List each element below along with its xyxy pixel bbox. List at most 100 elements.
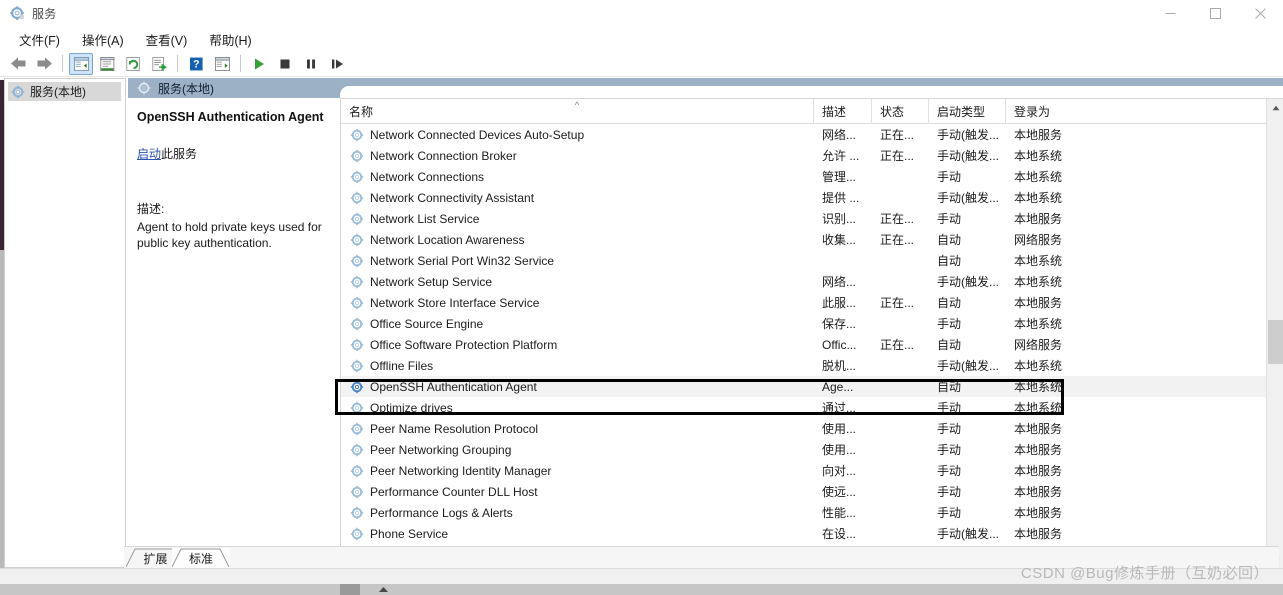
- table-row[interactable]: Network Connectivity Assistant提供 ...手动(触…: [341, 187, 1283, 208]
- cell-status: 正在...: [872, 126, 929, 143]
- cell-description: 性能...: [814, 504, 872, 521]
- toolbar-show-tree[interactable]: [69, 53, 93, 75]
- toolbar-refresh[interactable]: [121, 53, 145, 75]
- tab-standard-label: 标准: [189, 550, 213, 567]
- service-gear-icon: [350, 464, 364, 478]
- start-service-link[interactable]: 启动: [137, 147, 161, 161]
- cell-description: 允许 ...: [814, 147, 872, 164]
- cell-service-name: Optimize drives: [341, 401, 814, 415]
- table-row[interactable]: Peer Networking Identity Manager向对...手动本…: [341, 460, 1283, 481]
- table-row[interactable]: Office Source Engine保存...手动本地系统: [341, 313, 1283, 334]
- table-row[interactable]: Network Store Interface Service此服...正在..…: [341, 292, 1283, 313]
- service-gear-icon: [350, 128, 364, 142]
- table-row[interactable]: Network List Service识别...正在...手动本地服务: [341, 208, 1283, 229]
- cell-startup-type: 手动: [929, 210, 1006, 227]
- list-vertical-scrollbar[interactable]: [1266, 99, 1283, 568]
- cell-startup-type: 手动: [929, 504, 1006, 521]
- scroll-up-arrow-icon[interactable]: [1267, 99, 1283, 116]
- scrollbar-thumb[interactable]: [1268, 320, 1283, 364]
- table-row[interactable]: Network Connection Broker允许 ...正在...手动(触…: [341, 145, 1283, 166]
- cell-description: 脱机...: [814, 357, 872, 374]
- console-tree-pane: 服务(本地): [4, 78, 126, 568]
- service-name-label: Network Connectivity Assistant: [370, 191, 534, 205]
- menu-file[interactable]: 文件(F): [10, 28, 69, 51]
- cell-service-name: Peer Networking Grouping: [341, 443, 814, 457]
- toolbar-pause-service[interactable]: [299, 53, 323, 75]
- tree-item-label: 服务(本地): [30, 83, 86, 100]
- column-header-4[interactable]: 登录为: [1006, 99, 1084, 124]
- cell-service-name: Network Location Awareness: [341, 233, 814, 247]
- table-row[interactable]: Network Serial Port Win32 Service自动本地系统: [341, 250, 1283, 271]
- service-gear-icon: [350, 422, 364, 436]
- cell-logon-as: 本地服务: [1006, 525, 1084, 542]
- table-row[interactable]: Peer Networking Grouping使用...手动本地服务: [341, 439, 1283, 460]
- detail-service-name: OpenSSH Authentication Agent: [137, 110, 330, 125]
- toolbar-back[interactable]: [6, 53, 30, 75]
- table-row[interactable]: Network Connections管理...手动本地系统: [341, 166, 1283, 187]
- cell-service-name: Network Setup Service: [341, 275, 814, 289]
- column-header-2[interactable]: 状态: [872, 99, 929, 124]
- table-row[interactable]: Offline Files脱机...手动(触发...本地系统: [341, 355, 1283, 376]
- service-gear-icon: [350, 485, 364, 499]
- title-bar: 服务: [0, 0, 1283, 27]
- cell-service-name: Office Software Protection Platform: [341, 338, 814, 352]
- toolbar-forward[interactable]: [32, 53, 56, 75]
- column-header-3[interactable]: 启动类型: [929, 99, 1006, 124]
- toolbar-export-list[interactable]: [147, 53, 171, 75]
- cell-service-name: Peer Networking Identity Manager: [341, 464, 814, 478]
- cell-startup-type: 自动: [929, 294, 1006, 311]
- table-row[interactable]: Network Connected Devices Auto-Setup网络..…: [341, 124, 1283, 145]
- start-service-suffix: 此服务: [161, 147, 197, 161]
- column-header-1[interactable]: 描述: [814, 99, 872, 124]
- menu-action[interactable]: 操作(A): [73, 28, 133, 51]
- toolbar-help[interactable]: ?: [184, 53, 208, 75]
- cell-startup-type: 手动: [929, 168, 1006, 185]
- cell-description: 向对...: [814, 462, 872, 479]
- cell-service-name: Network Connections: [341, 170, 814, 184]
- toolbar-list-view[interactable]: [210, 53, 234, 75]
- table-row[interactable]: Office Software Protection PlatformOffic…: [341, 334, 1283, 355]
- cell-logon-as: 本地服务: [1006, 210, 1084, 227]
- maximize-button[interactable]: [1193, 0, 1238, 27]
- service-gear-icon: [350, 212, 364, 226]
- table-row[interactable]: Performance Counter DLL Host使远...手动本地服务: [341, 481, 1283, 502]
- toolbar-start-service[interactable]: [247, 53, 271, 75]
- cell-service-name: Performance Logs & Alerts: [341, 506, 814, 520]
- toolbar-properties[interactable]: [95, 53, 119, 75]
- service-name-label: Optimize drives: [370, 401, 453, 415]
- cell-logon-as: 本地服务: [1006, 126, 1084, 143]
- list-column-headers: 名称^描述状态启动类型 登录为: [341, 99, 1283, 124]
- close-button[interactable]: [1238, 0, 1283, 27]
- service-name-label: Network Connections: [370, 170, 484, 184]
- table-row[interactable]: Peer Name Resolution Protocol使用...手动本地服务: [341, 418, 1283, 439]
- cell-service-name: Performance Counter DLL Host: [341, 485, 814, 499]
- menu-view[interactable]: 查看(V): [137, 28, 197, 51]
- cell-service-name: Offline Files: [341, 359, 814, 373]
- toolbar-restart-service[interactable]: [325, 53, 349, 75]
- table-row[interactable]: OpenSSH Authentication AgentAge...自动本地系统: [341, 376, 1283, 397]
- table-row[interactable]: Optimize drives通过...手动本地系统: [341, 397, 1283, 418]
- service-gear-icon: [350, 191, 364, 205]
- minimize-button[interactable]: [1148, 0, 1193, 27]
- cell-description: 使用...: [814, 420, 872, 437]
- service-name-label: Peer Name Resolution Protocol: [370, 422, 538, 436]
- detail-description-text: Agent to hold private keys used for publ…: [137, 219, 330, 251]
- table-row[interactable]: Network Location Awareness收集...正在...自动网络…: [341, 229, 1283, 250]
- menu-help[interactable]: 帮助(H): [200, 28, 260, 51]
- column-header-label: 启动类型: [937, 103, 985, 120]
- table-row[interactable]: Network Setup Service网络...手动(触发...本地系统: [341, 271, 1283, 292]
- table-row[interactable]: Phone Service在设...手动(触发...本地服务: [341, 523, 1283, 544]
- taskbar-chevron-up-icon[interactable]: [378, 585, 389, 595]
- result-pane: 服务(本地) OpenSSH Authentication Agent 启动此服…: [128, 78, 1283, 568]
- tab-extended[interactable]: 扩展: [126, 548, 176, 568]
- column-header-0[interactable]: 名称^: [341, 99, 814, 124]
- toolbar-stop-service[interactable]: [273, 53, 297, 75]
- tree-item-services-local[interactable]: 服务(本地): [8, 82, 121, 101]
- column-header-label: 登录为: [1014, 103, 1050, 120]
- window-controls: [1148, 0, 1283, 27]
- taskbar-item[interactable]: [340, 584, 360, 595]
- table-row[interactable]: Performance Logs & Alerts性能...手动本地服务: [341, 502, 1283, 523]
- cell-startup-type: 自动: [929, 378, 1006, 395]
- tab-standard[interactable]: 标准: [172, 548, 230, 568]
- detail-description-label: 描述:: [137, 200, 330, 217]
